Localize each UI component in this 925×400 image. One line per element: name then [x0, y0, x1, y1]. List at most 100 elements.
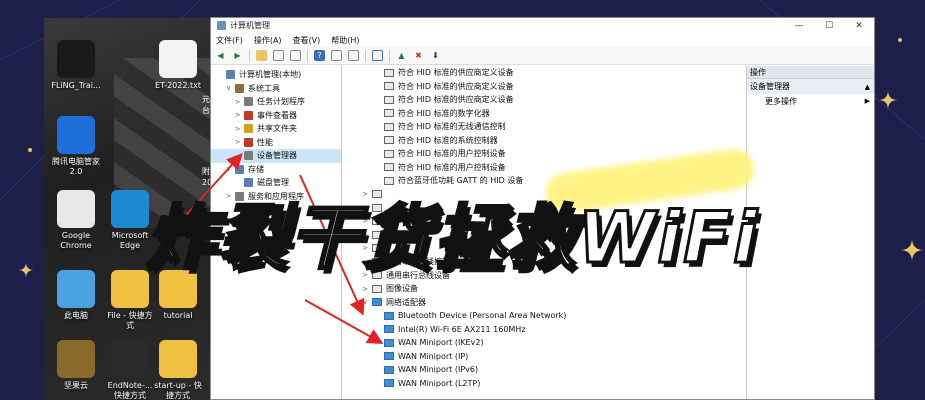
device-label: 符合 HID 标准的系统控制器: [398, 135, 498, 145]
app-icon: [217, 21, 226, 30]
tree-expander-icon[interactable]: >: [233, 138, 242, 146]
app-icon: [111, 340, 149, 378]
tree-item-label: 计算机管理(本地): [239, 70, 302, 80]
device-label: 符合 HID 标准的无线通信控制: [398, 122, 506, 132]
toolbar-separator: [389, 49, 390, 62]
tree-node-icon: [244, 124, 253, 134]
tree-expander-icon[interactable]: >: [233, 125, 242, 133]
tree-item-label: 事件查看器: [257, 110, 297, 120]
device-list-item[interactable]: Bluetooth Device (Personal Area Network): [342, 309, 746, 323]
headline-banner: 炸裂干货拯救WiFi: [144, 196, 760, 281]
tree-item[interactable]: > 任务计划程序: [211, 95, 341, 109]
device-label: WAN Miniport (IPv6): [398, 365, 479, 375]
tree-item[interactable]: 设备管理器: [211, 149, 341, 163]
desktop-icon-label: tutorial: [163, 311, 193, 320]
device-list-item[interactable]: ∨ 网络适配器: [342, 296, 746, 310]
hid-device-icon: [384, 95, 394, 104]
device-label: Bluetooth Device (Personal Area Network): [398, 311, 567, 321]
help-icon[interactable]: ?: [314, 50, 325, 61]
device-expander-icon[interactable]: ∨: [360, 298, 370, 306]
device-label: 符合 HID 标准的供应商定义设备: [398, 81, 514, 91]
update-driver-icon[interactable]: ▲: [396, 50, 407, 61]
tree-item-label: 设备管理器: [257, 151, 297, 161]
tree-expander-icon[interactable]: >: [233, 98, 242, 106]
device-list-item[interactable]: Intel(R) Wi-Fi 6E AX211 160MHz: [342, 323, 746, 337]
uninstall-icon[interactable]: ✖: [413, 50, 424, 61]
tree-item[interactable]: > 事件查看器: [211, 109, 341, 123]
device-list-item[interactable]: 符合 HID 标准的供应商定义设备: [342, 93, 746, 107]
device-list-item[interactable]: 符合 HID 标准的供应商定义设备: [342, 80, 746, 94]
device-list-item[interactable]: WAN Miniport (IPv6): [342, 363, 746, 377]
monitor-icon[interactable]: [372, 50, 383, 61]
device-label: WAN Miniport (IP): [398, 351, 469, 361]
network-adapter-icon: [384, 311, 394, 320]
show-tree-icon[interactable]: [273, 50, 284, 61]
network-adapter-icon: [384, 365, 394, 374]
actions-section[interactable]: 设备管理器 ▲: [747, 79, 874, 94]
tree-expander-icon[interactable]: >: [233, 111, 242, 119]
menu-action[interactable]: 操作(A): [254, 35, 282, 46]
tree-item[interactable]: ∨ 系统工具: [211, 82, 341, 96]
collapse-up-icon[interactable]: ▲: [865, 83, 870, 91]
device-list-item[interactable]: WAN Miniport (L2TP): [342, 377, 746, 391]
desktop-icon[interactable]: FLiNG_Trai...: [44, 40, 108, 91]
tree-item[interactable]: > 共享文件夹: [211, 122, 341, 136]
device-list-item[interactable]: 符合 HID 标准的供应商定义设备: [342, 66, 746, 80]
menu-file[interactable]: 文件(F): [216, 35, 243, 46]
forward-arrow-icon[interactable]: ▶: [232, 50, 243, 61]
desktop-icon-label: 腾讯电脑管家 2.0: [52, 157, 100, 176]
device-list-item[interactable]: WAN Miniport (IP): [342, 350, 746, 364]
folder-up-icon[interactable]: [256, 50, 267, 61]
app-icon: [57, 270, 95, 308]
tree-node-icon: [244, 110, 253, 120]
maximize-button[interactable]: ☐: [814, 21, 844, 31]
tree-item-label: 系统工具: [248, 83, 280, 93]
app-icon: [57, 40, 95, 78]
device-label: 符合 HID 标准的供应商定义设备: [398, 95, 514, 105]
hid-device-icon: [384, 82, 394, 91]
close-button[interactable]: ✕: [844, 21, 874, 31]
device-label: 符合 HID 标准的数字化器: [398, 108, 490, 118]
menu-view[interactable]: 查看(V): [293, 35, 321, 46]
device-list-item[interactable]: > 图像设备: [342, 282, 746, 296]
hid-device-icon: [372, 284, 382, 293]
tree-node-icon: [244, 137, 253, 147]
device-list-item[interactable]: 符合 HID 标准的数字化器: [342, 107, 746, 121]
app-icon: [111, 270, 149, 308]
app-icon: [57, 340, 95, 378]
desktop-icon[interactable]: ET-2022.txt: [146, 40, 210, 91]
minimize-button[interactable]: —: [784, 21, 814, 31]
tree-item-label: 共享文件夹: [257, 124, 297, 134]
device-list-item[interactable]: WAN Miniport (IKEv2): [342, 336, 746, 350]
tree-item[interactable]: 计算机管理(本地): [211, 68, 341, 82]
hid-device-icon: [384, 163, 394, 172]
desktop-icon[interactable]: start-up - 快 捷方式: [146, 340, 210, 400]
network-adapter-icon: [384, 379, 394, 388]
tree-expander-icon[interactable]: ∨: [224, 84, 233, 92]
app-icon: [111, 190, 149, 228]
tree-item-label: 任务计划程序: [257, 97, 305, 107]
download-icon[interactable]: ⬇: [430, 50, 441, 61]
device-label: 图像设备: [386, 284, 418, 294]
device-label: WAN Miniport (IKEv2): [398, 338, 484, 348]
menu-help[interactable]: 帮助(H): [331, 35, 359, 46]
device-label: 符合 HID 标准的用户控制设备: [398, 162, 506, 172]
network-adapter-icon: [384, 352, 394, 361]
device-list-item[interactable]: 符合 HID 标准的系统控制器: [342, 134, 746, 148]
hid-device-icon: [384, 68, 394, 77]
tree-item[interactable]: ∨ 存储: [211, 163, 341, 177]
tree-expander-icon[interactable]: ∨: [224, 165, 233, 173]
device-expander-icon[interactable]: >: [360, 285, 370, 293]
details-icon[interactable]: [331, 50, 342, 61]
desktop-icon-label: start-up - 快 捷方式: [154, 381, 202, 400]
desktop-icon[interactable]: 腾讯电脑管家 2.0: [44, 116, 108, 177]
properties-icon[interactable]: [290, 50, 301, 61]
back-arrow-icon[interactable]: ◀: [215, 50, 226, 61]
tree-node-icon: [244, 151, 253, 161]
more-actions-item[interactable]: 更多操作 ▶: [747, 94, 874, 108]
app-icon: [57, 190, 95, 228]
scan-hardware-icon[interactable]: [348, 50, 359, 61]
toolbar-separator: [249, 49, 250, 62]
tree-item[interactable]: > 性能: [211, 136, 341, 150]
device-list-item[interactable]: 符合 HID 标准的无线通信控制: [342, 120, 746, 134]
